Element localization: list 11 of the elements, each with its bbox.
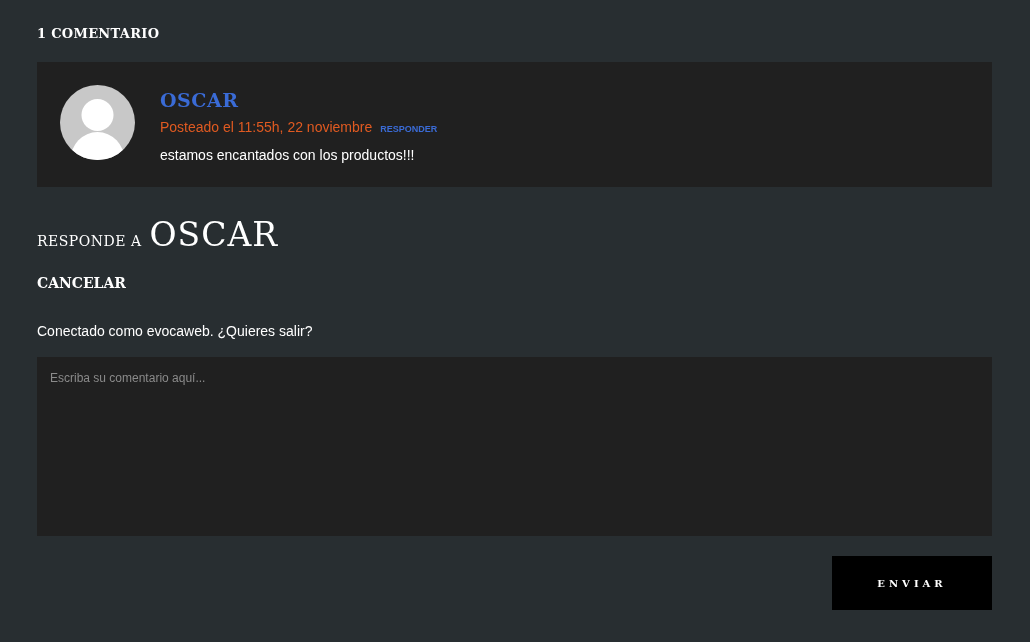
comment-field[interactable]: Escriba su comentario aquí...: [37, 357, 992, 536]
reply-title-name: OSCAR: [149, 215, 279, 254]
comments-heading: 1 COMENTARIO: [37, 26, 161, 41]
submit-button[interactable]: ENVIAR: [832, 556, 992, 610]
logged-in-text: Conectado como evocaweb. ¿Quieres salir?: [37, 323, 314, 339]
comment-text: estamos encantados con los productos!!!: [160, 147, 416, 163]
comment-date: Posteado el 11:55h, 22 noviembre: [160, 119, 373, 135]
reply-title-prefix: RESPONDE A: [37, 233, 142, 249]
avatar-icon: [60, 85, 135, 160]
comment-author: OSCAR: [160, 89, 240, 111]
cancel-reply-link[interactable]: CANCELAR: [37, 275, 126, 291]
